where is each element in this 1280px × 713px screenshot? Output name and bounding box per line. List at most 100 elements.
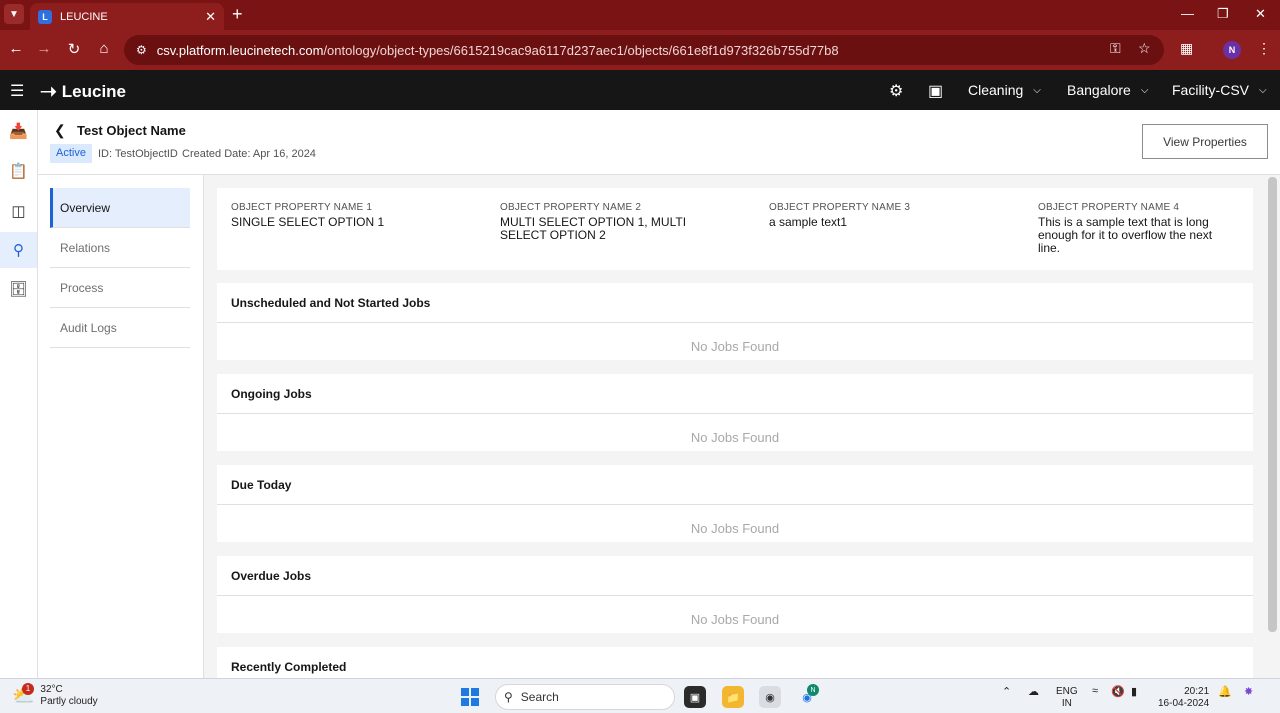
jobs-section-ongoing: Ongoing Jobs No Jobs Found	[217, 374, 1253, 451]
properties-card: OBJECT PROPERTY NAME 1 SINGLE SELECT OPT…	[217, 188, 1253, 270]
reports-icon[interactable]: 🗄	[0, 271, 37, 307]
brand-name: Leucine	[61, 81, 127, 101]
windows-taskbar: ⛅ 1 32°C Partly cloudy ⚲ Search ▣ 📁 ◉ ◉ N…	[0, 678, 1280, 713]
workflow-icon[interactable]: ◫	[0, 193, 37, 229]
address-bar-row: ← → ↻ ⌂ ⚙ csv.platform.leucinetech.com/o…	[0, 30, 1280, 70]
temperature: 32°C	[40, 684, 63, 695]
battery-icon[interactable]: ▮	[1131, 685, 1137, 698]
object-id: ID: TestObjectID	[98, 148, 178, 160]
checklist-icon[interactable]: 📋	[0, 153, 37, 189]
browser-menu-icon[interactable]: ⋮	[1257, 40, 1271, 57]
close-window-icon[interactable]: ✕	[1255, 6, 1266, 22]
reload-icon[interactable]: ↻	[64, 40, 84, 58]
weather-condition: Partly cloudy	[40, 696, 98, 707]
property-3: OBJECT PROPERTY NAME 3 a sample text1	[769, 202, 979, 229]
section-title: Unscheduled and Not Started Jobs	[217, 283, 1253, 323]
empty-state: No Jobs Found	[690, 521, 780, 536]
notification-badge: 1	[22, 682, 34, 695]
use-case-selector[interactable]: Cleaning ⌵	[968, 82, 1041, 98]
weather-widget[interactable]: ⛅ 1 32°C Partly cloudy	[12, 682, 98, 708]
nav-audit-logs[interactable]: Audit Logs	[50, 308, 190, 348]
region-code: IN	[1061, 698, 1072, 709]
region-value: Bangalore	[1067, 82, 1131, 98]
clock-date: 16-04-2024	[1158, 698, 1210, 709]
empty-state: No Jobs Found	[690, 430, 780, 445]
close-tab-icon[interactable]: ✕	[205, 9, 216, 25]
app-header: ☰ ➝ Leucine ⚙ ▣ Cleaning ⌵ Bangalore ⌵ F…	[0, 70, 1280, 110]
minimize-icon[interactable]: —	[1181, 6, 1194, 21]
notification-bell-icon[interactable]: 🔔	[1218, 685, 1232, 698]
property-1: OBJECT PROPERTY NAME 1 SINGLE SELECT OPT…	[231, 202, 441, 229]
region-selector[interactable]: Bangalore ⌵	[1067, 82, 1148, 98]
forward-arrow-icon[interactable]: →	[34, 40, 54, 57]
tab-search-chevron-icon[interactable]: ▼	[4, 4, 24, 24]
url-input[interactable]: ⚙ csv.platform.leucinetech.com/ontology/…	[124, 35, 1164, 65]
nav-relations[interactable]: Relations	[50, 228, 190, 268]
section-title: Due Today	[217, 465, 1253, 505]
chevron-down-icon: ⌵	[1140, 84, 1149, 96]
onedrive-cloud-icon[interactable]: ☁	[1028, 685, 1039, 698]
browser-tab-bar: ▼ L LEUCINE ✕ + — ❐ ✕	[0, 0, 1280, 30]
url-path: /ontology/object-types/6615219cac9a6117d…	[323, 42, 839, 58]
jobs-section-overdue: Overdue Jobs No Jobs Found	[217, 556, 1253, 633]
property-value: MULTI SELECT OPTION 1, MULTI SELECT OPTI…	[500, 215, 687, 242]
scan-icon[interactable]: ▣	[928, 81, 943, 101]
section-title: Ongoing Jobs	[217, 374, 1253, 414]
chrome-profile-badge: N	[807, 684, 819, 696]
back-chevron-icon[interactable]: ❮	[54, 122, 66, 139]
search-label: Search	[520, 690, 559, 704]
chevron-down-icon: ⌵	[1259, 84, 1267, 96]
language-indicator[interactable]: ENG IN	[1056, 686, 1078, 710]
chevron-down-icon: ⌵	[1033, 84, 1041, 96]
status-badge: Active	[50, 144, 92, 163]
jobs-section-due-today: Due Today No Jobs Found	[217, 465, 1253, 542]
nav-overview[interactable]: Overview	[50, 188, 190, 228]
page-title: Test Object Name	[77, 123, 186, 138]
leucine-logo-icon: ➝	[40, 81, 57, 103]
new-tab-icon[interactable]: +	[232, 4, 243, 24]
extensions-icon[interactable]: ▦	[1180, 40, 1193, 57]
profile-avatar[interactable]: N	[1223, 41, 1241, 59]
view-properties-button[interactable]: View Properties	[1142, 124, 1268, 159]
back-arrow-icon[interactable]: ←	[6, 40, 26, 57]
property-label: OBJECT PROPERTY NAME 1	[231, 202, 373, 213]
nav-process[interactable]: Process	[50, 268, 190, 308]
use-case-value: Cleaning	[968, 82, 1024, 98]
property-value: This is a sample text that is long enoug…	[1038, 215, 1213, 255]
task-view-icon[interactable]: ▣	[684, 686, 706, 708]
hamburger-menu-icon[interactable]: ☰	[10, 81, 24, 101]
left-rail: 📥 📋 ◫ ⚲ 🗄	[0, 110, 38, 678]
property-value: a sample text1	[769, 215, 848, 229]
settings-gear-icon[interactable]: ⚙	[889, 81, 903, 101]
content-scrollbar[interactable]	[1268, 177, 1277, 632]
empty-state: No Jobs Found	[690, 339, 780, 354]
site-info-icon[interactable]: ⚙	[136, 43, 147, 57]
jobs-section-unscheduled: Unscheduled and Not Started Jobs No Jobs…	[217, 283, 1253, 360]
windows-start-icon[interactable]	[461, 688, 479, 706]
volume-muted-icon[interactable]: 🔇	[1111, 685, 1125, 698]
clock[interactable]: 20:21 16-04-2024	[1158, 686, 1209, 710]
bookmark-star-icon[interactable]: ☆	[1138, 40, 1151, 57]
section-title: Overdue Jobs	[217, 556, 1253, 596]
created-date: Created Date: Apr 16, 2024	[182, 148, 316, 160]
object-nav: Overview Relations Process Audit Logs	[38, 175, 204, 678]
tab-title: LEUCINE	[60, 10, 108, 23]
clock-time: 20:21	[1184, 686, 1210, 697]
maximize-icon[interactable]: ❐	[1217, 6, 1229, 22]
chrome-icon[interactable]: ◉	[759, 686, 781, 708]
language-code: ENG	[1056, 686, 1078, 697]
taskbar-search[interactable]: ⚲ Search	[495, 684, 675, 710]
ontology-hierarchy-icon[interactable]: ⚲	[0, 232, 37, 268]
home-icon[interactable]: ⌂	[94, 40, 114, 57]
wifi-icon[interactable]: ≈	[1092, 685, 1098, 697]
favicon-icon: L	[38, 9, 52, 24]
property-label: OBJECT PROPERTY NAME 3	[769, 202, 911, 213]
browser-tab[interactable]: L LEUCINE ✕	[30, 3, 224, 30]
copilot-icon[interactable]: ✸	[1244, 685, 1253, 698]
password-key-icon[interactable]: ⚿	[1110, 40, 1121, 57]
show-hidden-icons-chevron-icon[interactable]: ⌃	[1002, 685, 1011, 698]
file-explorer-icon[interactable]: 📁	[722, 686, 744, 708]
inbox-tray-icon[interactable]: 📥	[0, 113, 37, 149]
facility-selector[interactable]: Facility-CSV ⌵	[1172, 82, 1267, 98]
property-value: SINGLE SELECT OPTION 1	[231, 215, 385, 229]
